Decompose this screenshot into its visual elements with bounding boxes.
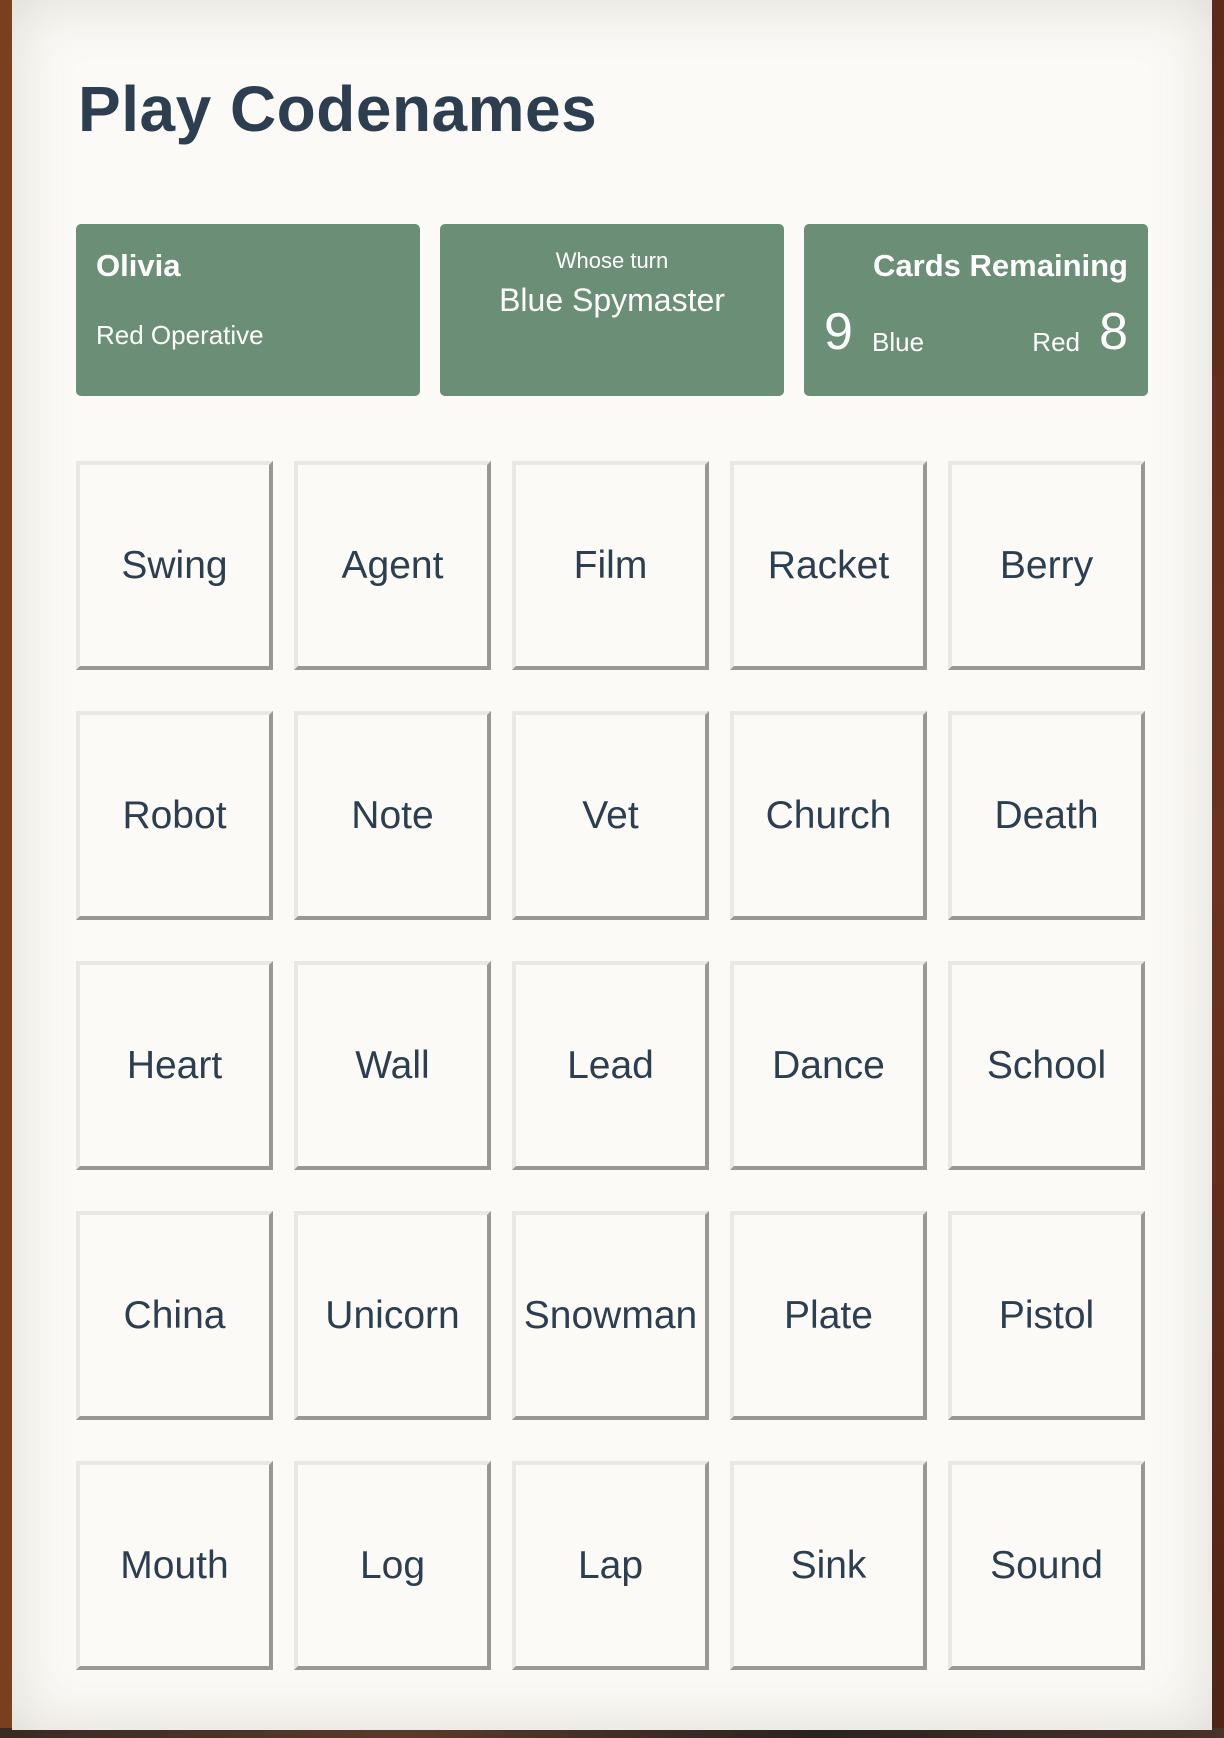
word-card[interactable]: Plate	[730, 1211, 927, 1420]
word-card[interactable]: Pistol	[948, 1211, 1145, 1420]
word-card[interactable]: Dance	[730, 961, 927, 1170]
cards-remaining-title: Cards Remaining	[873, 248, 1128, 283]
word-card[interactable]: School	[948, 961, 1145, 1170]
word-card[interactable]: Mouth	[76, 1461, 273, 1670]
word-card[interactable]: Snowman	[512, 1211, 709, 1420]
word-card[interactable]: Wall	[294, 961, 491, 1170]
game-panel: Play Codenames Olivia Red Operative Whos…	[12, 0, 1212, 1730]
word-card[interactable]: Death	[948, 711, 1145, 920]
word-card[interactable]: Church	[730, 711, 927, 920]
word-card[interactable]: China	[76, 1211, 273, 1420]
word-card[interactable]: Sink	[730, 1461, 927, 1670]
word-card-grid: Swing Agent Film Racket Berry Robot Note…	[76, 461, 1145, 1670]
red-remaining-label: Red	[1032, 327, 1080, 357]
word-card[interactable]: Robot	[76, 711, 273, 920]
word-card[interactable]: Unicorn	[294, 1211, 491, 1420]
word-card[interactable]: Note	[294, 711, 491, 920]
turn-info-box: Whose turn Blue Spymaster	[440, 224, 784, 396]
word-card[interactable]: Vet	[512, 711, 709, 920]
wood-background-right	[1212, 0, 1224, 1738]
word-card[interactable]: Heart	[76, 961, 273, 1170]
blue-remaining-label: Blue	[872, 327, 925, 357]
red-remaining-count: 8	[1099, 303, 1128, 361]
word-card[interactable]: Swing	[76, 461, 273, 670]
word-card[interactable]: Lead	[512, 961, 709, 1170]
word-card[interactable]: Sound	[948, 1461, 1145, 1670]
word-card[interactable]: Racket	[730, 461, 927, 670]
player-info-box: Olivia Red Operative	[76, 224, 420, 396]
word-card[interactable]: Berry	[948, 461, 1145, 670]
word-card[interactable]: Film	[512, 461, 709, 670]
turn-label: Whose turn	[555, 248, 669, 273]
word-card[interactable]: Log	[294, 1461, 491, 1670]
cards-remaining-box: Cards Remaining 9 Blue Red 8	[804, 224, 1148, 396]
page-title: Play Codenames	[78, 73, 598, 145]
word-card[interactable]: Agent	[294, 461, 491, 670]
blue-remaining-count: 9	[824, 303, 853, 361]
turn-value: Blue Spymaster	[499, 282, 725, 318]
player-name: Olivia	[96, 248, 181, 283]
word-card[interactable]: Lap	[512, 1461, 709, 1670]
player-role: Red Operative	[96, 320, 264, 350]
